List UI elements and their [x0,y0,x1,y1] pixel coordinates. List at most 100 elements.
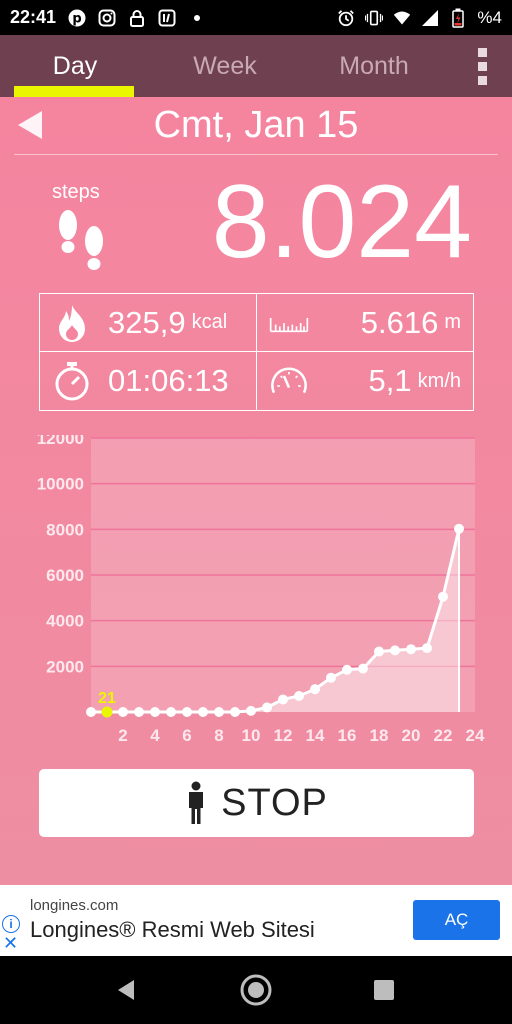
chart-point [358,663,368,674]
person-icon [189,781,204,824]
steps-chart: 120001000080006000400020002 4 6 8 10 12 14 16 18… [37,435,485,745]
speed-unit: km/h [417,369,461,392]
menu-dot [477,47,487,57]
chart-y-tick-label: 6000 [46,566,84,585]
signal-icon [421,9,439,27]
chart-point [342,664,352,675]
status-right: %4 [337,8,502,28]
wifi-icon [393,9,411,27]
speedometer-icon [269,361,309,401]
chart-x-tick-label: 6 [182,726,191,745]
menu-dot [477,61,487,71]
chart-point [422,643,432,654]
ad-title[interactable]: Longines® Resmi Web Sitesi [30,917,315,943]
steps-label: steps [52,181,100,203]
chart-point [86,707,96,717]
chart-point [246,705,256,716]
calories-stat: 325,9 kcal [40,294,257,352]
stats-grid: 325,9 kcal 5.616 m 01:06:13 5,1 km/h [39,293,474,411]
chart-point [134,707,144,717]
chart-y-tick-label: 10000 [37,475,84,494]
chart-point [438,591,448,602]
nav-recents-icon[interactable] [373,979,395,1001]
chart-x-tick-label: 12 [274,726,293,745]
stop-button[interactable]: STOP [39,769,474,837]
chart-y-tick-label: 8000 [46,520,84,539]
main-content: Cmt, Jan 15 steps 8.024 325,9 kcal 5.616… [0,97,512,885]
distance-stat: 5.616 m [256,294,473,352]
speed-value: 5,1 [368,363,412,398]
flame-icon [52,303,92,343]
chart-point [230,707,240,717]
footprints-icon [59,210,103,270]
stop-label: STOP [221,781,328,824]
lock-icon [128,9,146,27]
stopwatch-icon [52,361,92,401]
chart-x-tick-label: 16 [338,726,357,745]
chart-point [326,672,336,683]
calories-value: 325,9 [108,304,186,340]
chart-point [262,702,272,713]
tab-indicator [14,86,134,97]
chart-point [310,684,320,695]
ad-close-icon[interactable]: ✕ [3,933,18,954]
svg-text:p: p [72,11,81,26]
chart-y-tick-label: 12000 [37,435,84,448]
chart-y-tick-label: 4000 [46,612,84,631]
distance-value: 5.616 [360,304,439,340]
chart-x-tick-label: 8 [214,726,223,745]
duration-value: 01:06:13 [108,363,229,398]
ad-domain: longines.com [30,897,119,914]
battery-text: %4 [477,7,502,27]
chart-point [454,523,464,534]
status-bar: 22:41 p %4 [0,0,512,35]
nav-back-icon[interactable] [114,978,138,1002]
nav-home-icon[interactable] [239,973,273,1007]
ruler-icon [269,303,309,343]
chart-x-tick-label: 10 [242,726,261,745]
menu-dot [477,75,487,85]
chart-point [198,707,208,717]
tab-week[interactable]: Week [150,35,300,97]
chart-point [118,707,128,717]
chart-point [294,691,304,702]
chart-y-tick-label: 2000 [46,657,84,676]
chart-point [374,646,384,657]
chart-x-tick-label: 24 [466,726,485,745]
calories-unit: kcal [191,311,228,333]
ad-open-button[interactable]: AÇ [413,900,500,940]
status-time: 22:41 [10,7,57,27]
tab-month[interactable]: Month [300,35,448,97]
chart-x-tick-label: 14 [306,726,325,745]
system-nav-bar [0,956,512,1024]
date-header: Cmt, Jan 15 [14,97,498,155]
chart-x-tick-label: 4 [150,726,160,745]
ad-banner[interactable]: i ✕ longines.com Longines® Resmi Web Sit… [0,885,512,956]
dot-icon [188,9,206,27]
overflow-menu-button[interactable] [452,35,512,97]
app-icon [158,9,176,27]
chart-point [150,707,160,717]
chart-point [166,707,176,717]
chart-x-tick-label: 2 [118,726,127,745]
alarm-icon [337,9,355,27]
chart-highlight-point [101,706,113,718]
chart-highlight-label: 21 [98,690,116,707]
instagram-icon [98,9,116,27]
ad-info-icon[interactable]: i [2,915,20,933]
status-left: 22:41 p [10,7,206,28]
duration-stat: 01:06:13 [40,352,257,410]
chart-x-tick-label: 20 [402,726,421,745]
date-title: Cmt, Jan 15 [153,104,359,146]
chart-point [406,644,416,655]
battery-low-icon [449,8,467,28]
vibrate-icon [365,9,384,27]
chart-x-tick-label: 18 [370,726,389,745]
steps-value: 8.024 [211,164,472,280]
speed-stat: 5,1 km/h [257,352,474,410]
chart-point [278,694,288,705]
distance-unit: m [444,311,461,333]
pinterest-icon: p [68,9,86,27]
chart-x-tick-label: 22 [434,726,453,745]
back-arrow-icon[interactable] [16,109,44,141]
